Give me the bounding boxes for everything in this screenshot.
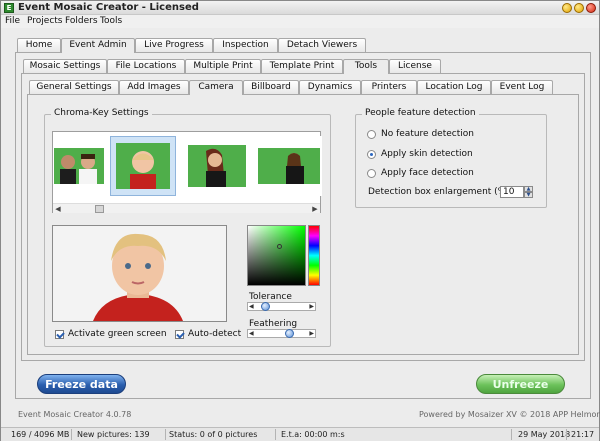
tab-live-progress[interactable]: Live Progress: [135, 38, 213, 52]
tab-event-log[interactable]: Event Log: [491, 80, 553, 94]
menu-tools[interactable]: Tools: [100, 16, 122, 26]
app-logo-icon: E: [4, 3, 14, 13]
hue-slider[interactable]: [308, 225, 320, 286]
tolerance-label: Tolerance: [249, 292, 292, 302]
tab-tools[interactable]: Tools: [343, 59, 389, 74]
menu-file[interactable]: File: [5, 16, 20, 26]
tab-location-log[interactable]: Location Log: [417, 80, 491, 94]
slider-right-arrow-icon[interactable]: ▶: [309, 330, 314, 337]
no-feature-detection-label: No feature detection: [381, 129, 474, 139]
feathering-slider-knob[interactable]: [285, 329, 295, 338]
feathering-label: Feathering: [249, 319, 298, 329]
tab-billboard[interactable]: Billboard: [243, 80, 299, 94]
tab-camera[interactable]: Camera: [189, 80, 243, 95]
tab-dynamics[interactable]: Dynamics: [299, 80, 361, 94]
date-status: 29 May 2018: [518, 430, 571, 439]
window-title: Event Mosaic Creator - Licensed: [18, 2, 199, 13]
tab-detach-viewers[interactable]: Detach Viewers: [278, 38, 366, 52]
detection-enlargement-input[interactable]: 10: [500, 186, 524, 198]
scroll-left-icon[interactable]: ◀: [53, 204, 63, 214]
tab-inspection[interactable]: Inspection: [213, 38, 278, 52]
auto-detect-label: Auto-detect: [188, 329, 242, 339]
pictures-status: Status: 0 of 0 pictures: [169, 430, 258, 439]
activate-green-screen-label: Activate green screen: [68, 329, 167, 339]
tolerance-slider[interactable]: ◀ ▶: [247, 302, 316, 311]
tab-multiple-print[interactable]: Multiple Print: [185, 59, 261, 73]
camera-thumbnail-3[interactable]: [184, 136, 250, 196]
scrollbar-thumb[interactable]: [95, 205, 104, 213]
tab-event-admin[interactable]: Event Admin: [61, 38, 135, 53]
auto-detect-checkbox[interactable]: [175, 330, 184, 339]
eta-status: E.t.a: 00:00 m:s: [281, 430, 345, 439]
maximize-button[interactable]: [574, 3, 584, 13]
unfreeze-button[interactable]: Unfreeze: [476, 374, 565, 394]
camera-thumbnail-strip[interactable]: ◀ ▶: [52, 131, 322, 213]
color-picker-marker-icon: [277, 244, 282, 249]
no-feature-detection-radio[interactable]: [367, 130, 376, 139]
tab-printers[interactable]: Printers: [361, 80, 417, 94]
version-text: Event Mosaic Creator 4.0.78: [18, 410, 132, 419]
slider-left-arrow-icon[interactable]: ◀: [249, 330, 254, 337]
status-divider: [275, 429, 276, 440]
status-bar: 169 / 4096 MB New pictures: 139 Status: …: [1, 427, 599, 441]
woman-photo-2-image: [258, 148, 320, 184]
detection-enlargement-label: Detection box enlargement (%): [368, 187, 510, 197]
powered-by-text: Powered by Mosaizer XV © 2018 APP Helmon…: [419, 410, 600, 419]
apply-skin-detection-radio[interactable]: [367, 150, 376, 159]
tab-mosaic-settings[interactable]: Mosaic Settings: [23, 59, 107, 73]
time-status: 21:17: [571, 430, 595, 439]
apply-face-detection-radio[interactable]: [367, 169, 376, 178]
camera-thumbnail-4[interactable]: [256, 136, 322, 196]
camera-thumbnail-1[interactable]: [53, 136, 105, 196]
activate-green-screen-checkbox[interactable]: [55, 330, 64, 339]
freeze-data-button[interactable]: Freeze data: [37, 374, 126, 394]
apply-skin-detection-label: Apply skin detection: [381, 149, 473, 159]
tab-home[interactable]: Home: [17, 38, 61, 52]
tab-license[interactable]: License: [389, 59, 441, 73]
status-divider: [165, 429, 166, 440]
tab-add-images[interactable]: Add Images: [119, 80, 189, 94]
color-picker-area[interactable]: [247, 225, 306, 286]
tab-template-print[interactable]: Template Print: [261, 59, 343, 73]
scroll-right-icon[interactable]: ▶: [310, 204, 320, 214]
memory-status: 169 / 4096 MB: [11, 430, 70, 439]
new-pictures-status: New pictures: 139: [77, 430, 150, 439]
camera-preview: [52, 225, 227, 322]
spin-down-icon[interactable]: ▼: [524, 192, 533, 198]
tab-general-settings[interactable]: General Settings: [29, 80, 119, 94]
status-divider: [566, 429, 567, 440]
apply-face-detection-label: Apply face detection: [381, 168, 474, 178]
slider-left-arrow-icon[interactable]: ◀: [249, 303, 254, 310]
people-detection-title: People feature detection: [362, 108, 479, 118]
title-bar: E Event Mosaic Creator - Licensed: [1, 1, 599, 15]
thumbnail-scrollbar[interactable]: ◀ ▶: [53, 203, 320, 213]
woman-photo-image: [188, 145, 246, 187]
toddler-photo-image: [116, 143, 170, 189]
close-button[interactable]: [586, 3, 596, 13]
menu-projects[interactable]: Projects: [27, 16, 62, 26]
tab-file-locations[interactable]: File Locations: [107, 59, 185, 73]
slider-right-arrow-icon[interactable]: ▶: [309, 303, 314, 310]
status-divider: [71, 429, 72, 440]
camera-thumbnail-2[interactable]: [110, 136, 176, 196]
tolerance-slider-knob[interactable]: [261, 302, 271, 311]
toddler-preview-image: [53, 226, 226, 321]
app-window: E Event Mosaic Creator - Licensed File P…: [0, 0, 600, 441]
minimize-button[interactable]: [562, 3, 572, 13]
chroma-key-title: Chroma-Key Settings: [51, 108, 152, 118]
menu-folders[interactable]: Folders: [65, 16, 98, 26]
feathering-slider[interactable]: ◀ ▶: [247, 329, 316, 338]
status-divider: [511, 429, 512, 440]
menu-bar: File Projects Folders Tools: [1, 15, 599, 28]
group-photo-image: [54, 148, 104, 184]
